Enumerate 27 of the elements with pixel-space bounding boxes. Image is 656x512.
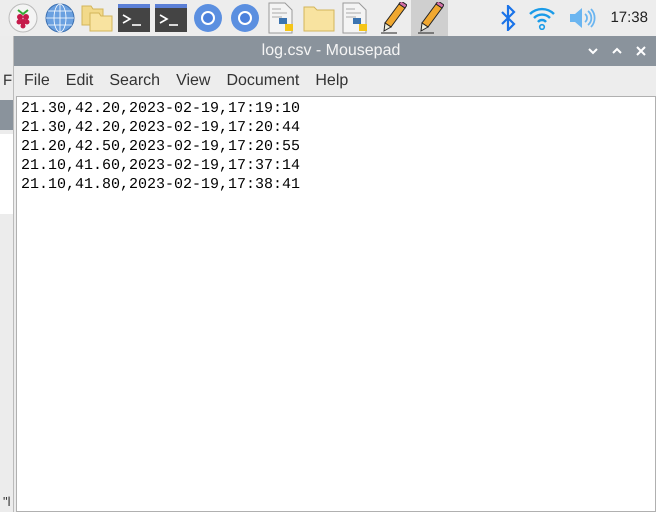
text-line: 21.10,41.80,2023-02-19,17:38:41 (21, 175, 302, 194)
raspberry-icon[interactable] (8, 3, 38, 33)
close-icon[interactable] (634, 44, 648, 58)
menu-item[interactable]: File (16, 69, 58, 93)
text-line: 21.10,41.60,2023-02-19,17:37:14 (21, 156, 302, 175)
chromium-icon[interactable] (230, 3, 260, 33)
clock[interactable]: 17:38 (610, 6, 648, 30)
wifi-icon[interactable] (528, 6, 556, 30)
pencil-icon[interactable] (378, 2, 406, 34)
globe-icon[interactable] (44, 3, 74, 33)
menu-item[interactable]: View (168, 69, 218, 93)
pencil-icon[interactable] (416, 2, 444, 34)
menu-letter: F (2, 71, 13, 91)
text-editor[interactable]: 21.30,42.20,2023-02-19,17:19:10 21.30,42.20,2023-02-19,17:20:44 21.20,42.50,2023-02-19,17:20:55 21.10,41.60,2023-02-19,17:37:14 21.10,41.80,2023-02-19,17:38:41 (16, 96, 656, 512)
status-text: "l (2, 493, 12, 511)
menu-item[interactable]: Edit (58, 69, 102, 93)
menu-item[interactable]: Search (101, 69, 168, 93)
terminal-icon[interactable] (118, 4, 150, 32)
menu-item[interactable]: Document (218, 69, 308, 93)
menu-item[interactable]: Help (307, 69, 356, 93)
window-title: log.csv - Mousepad (262, 41, 400, 61)
chromium-icon[interactable] (192, 3, 222, 33)
text-line: 21.20,42.50,2023-02-19,17:20:55 (21, 137, 302, 156)
text-line: 21.30,42.20,2023-02-19,17:19:10 (21, 99, 302, 118)
text-line: 21.30,42.20,2023-02-19,17:20:44 (21, 118, 302, 137)
bluetooth-icon[interactable] (500, 5, 516, 31)
terminal-icon[interactable] (154, 4, 186, 32)
